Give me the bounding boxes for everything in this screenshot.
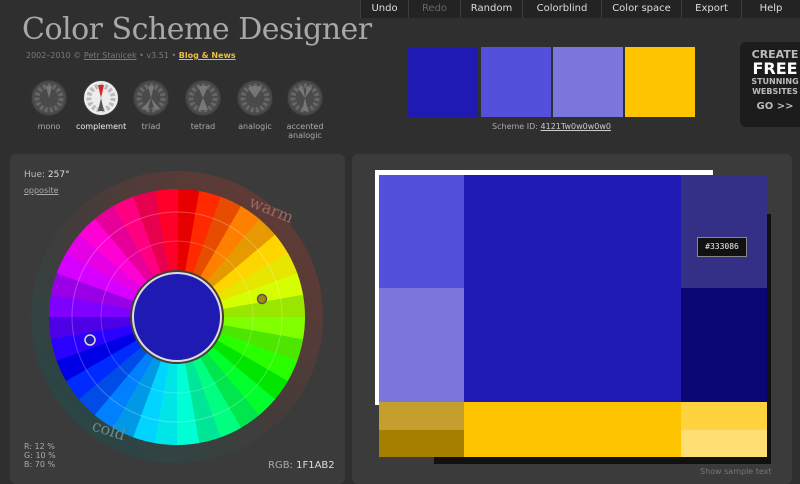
scheme-id: Scheme ID: 4121Tw0w0w0w0 [408,122,695,131]
tile-primary[interactable] [464,175,681,402]
credits-prefix: 2002–2010 © [26,51,84,60]
hex-tooltip: #333086 [697,237,747,257]
menu-colorblind[interactable]: Colorblind [522,0,601,18]
author-link[interactable]: Petr Stanicek [84,51,137,60]
create-free-websites-ad[interactable]: CREATE FREE STUNNING WEBSITES GO >> [740,42,800,127]
scheme-id-link[interactable]: 4121Tw0w0w0w0 [541,122,611,131]
promo-line-3a: STUNNING [751,77,799,86]
wheel-center-color [132,272,222,362]
color-wheel[interactable]: warm cold [28,168,328,468]
top-menu: Undo Redo Random Colorblind Color space … [360,0,800,18]
version-text: • v3.51 • [136,51,179,60]
tile-complement-light[interactable] [681,402,767,430]
complement-mode-icon [83,80,119,116]
blue-percent: B: 70 % [24,460,56,469]
accented-analogic-mode-icon [287,80,323,116]
menu-random[interactable]: Random [460,0,522,18]
tile-complement[interactable] [464,402,681,457]
swatch-primary-light[interactable] [481,47,551,117]
mode-label: mono [37,122,61,131]
tile-complement-lighter[interactable] [681,430,767,457]
mode-label: accented analogic [286,122,324,140]
blog-news-link[interactable]: Blog & News [179,51,236,60]
mode-label: tetrad [190,122,216,131]
triad-mode-icon [133,80,169,116]
tile-primary-darker[interactable] [681,288,767,402]
mono-mode-icon [31,80,67,116]
mode-complement[interactable]: complement [76,80,126,131]
scheme-id-label: Scheme ID: [492,122,541,131]
mode-triad[interactable]: triad [126,80,176,131]
rgb-value: 1F1AB2 [296,460,335,471]
swatch-complement[interactable] [625,47,695,117]
mode-mono[interactable]: mono [24,80,74,131]
tile-primary-lighter[interactable] [379,288,464,402]
promo-line-2: FREE [752,59,798,78]
mode-label: complement [76,122,127,131]
mode-label: analogic [238,122,272,131]
rgb-hex-readout: RGB: 1F1AB2 [268,460,335,471]
rgb-percentages: R: 12 % G: 10 % B: 70 % [24,442,56,469]
tile-primary-dark[interactable] [681,175,767,288]
menu-color-space[interactable]: Color space [601,0,681,18]
menu-redo[interactable]: Redo [408,0,460,18]
menu-help[interactable]: Help [741,0,800,18]
mode-analogic[interactable]: analogic [230,80,280,131]
credits: 2002–2010 © Petr Stanicek • v3.51 • Blog… [26,51,236,60]
analogic-mode-icon [237,80,273,116]
tile-primary-light[interactable] [379,175,464,288]
swatch-primary-lighter[interactable] [553,47,623,117]
green-percent: G: 10 % [24,451,56,460]
rgb-label: RGB: [268,460,297,471]
tile-complement-dark[interactable] [379,402,464,430]
primary-hue-handle[interactable] [84,334,96,346]
complement-hue-handle[interactable] [256,293,268,305]
mode-accented-analogic[interactable]: accented analogic [280,80,330,140]
tile-complement-darker[interactable] [379,430,464,457]
promo-go-link: GO >> [756,101,794,112]
swatch-primary[interactable] [408,47,478,117]
red-percent: R: 12 % [24,442,55,451]
mode-label: triad [141,122,161,131]
mode-tetrad[interactable]: tetrad [178,80,228,131]
promo-line-3b: WEBSITES [752,87,798,96]
tetrad-mode-icon [185,80,221,116]
app-title: Color Scheme Designer [22,12,372,47]
menu-undo[interactable]: Undo [360,0,408,18]
menu-export[interactable]: Export [681,0,741,18]
